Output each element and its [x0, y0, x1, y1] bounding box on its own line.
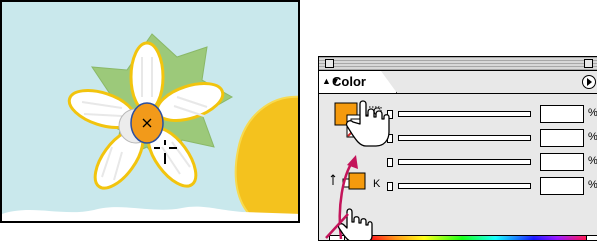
slider-marker-icon — [387, 134, 393, 143]
slider-marker-icon — [387, 158, 393, 167]
slider-letter: K — [373, 178, 381, 190]
unit-label: % — [588, 131, 597, 143]
color-spectrum-bar[interactable] — [347, 235, 587, 240]
magenta-slider[interactable] — [398, 135, 531, 141]
unit-label: % — [588, 179, 597, 191]
slider-row-magenta: M % — [319, 129, 597, 147]
slider-row-yellow: Y % — [319, 153, 597, 171]
magenta-value-field[interactable] — [540, 129, 584, 147]
panel-content: C % M % Y % K % — [319, 94, 597, 240]
black-value-field[interactable] — [540, 177, 584, 195]
none-color-button[interactable] — [329, 235, 345, 240]
panel-titlebar[interactable] — [319, 57, 597, 71]
zoom-box-icon[interactable] — [584, 59, 593, 68]
yellow-value-field[interactable] — [540, 153, 584, 171]
close-box-icon[interactable] — [325, 59, 334, 68]
panel-tab-row: ▲▼ Color — [319, 71, 597, 94]
panel-menu-icon[interactable] — [582, 75, 596, 89]
slider-letter: C — [373, 106, 381, 118]
tab-color[interactable]: ▲▼ Color — [319, 71, 397, 93]
yellow-slider[interactable] — [398, 159, 531, 165]
cyan-value-field[interactable] — [540, 105, 584, 123]
unit-label: % — [588, 107, 597, 119]
slider-marker-icon — [387, 182, 393, 191]
slider-row-cyan: C % — [319, 105, 597, 123]
unit-label: % — [588, 155, 597, 167]
slider-letter: M — [373, 130, 383, 142]
slider-row-black: K % — [319, 177, 597, 195]
tab-label: Color — [332, 74, 366, 89]
artwork-canvas[interactable] — [0, 0, 300, 223]
black-slider[interactable] — [398, 183, 531, 189]
color-panel: ▲▼ Color C % M % Y % K — [318, 56, 597, 241]
slider-marker-icon — [387, 110, 393, 119]
cyan-slider[interactable] — [398, 111, 531, 117]
white-swatch[interactable] — [587, 235, 597, 240]
flower-illustration — [2, 2, 298, 221]
